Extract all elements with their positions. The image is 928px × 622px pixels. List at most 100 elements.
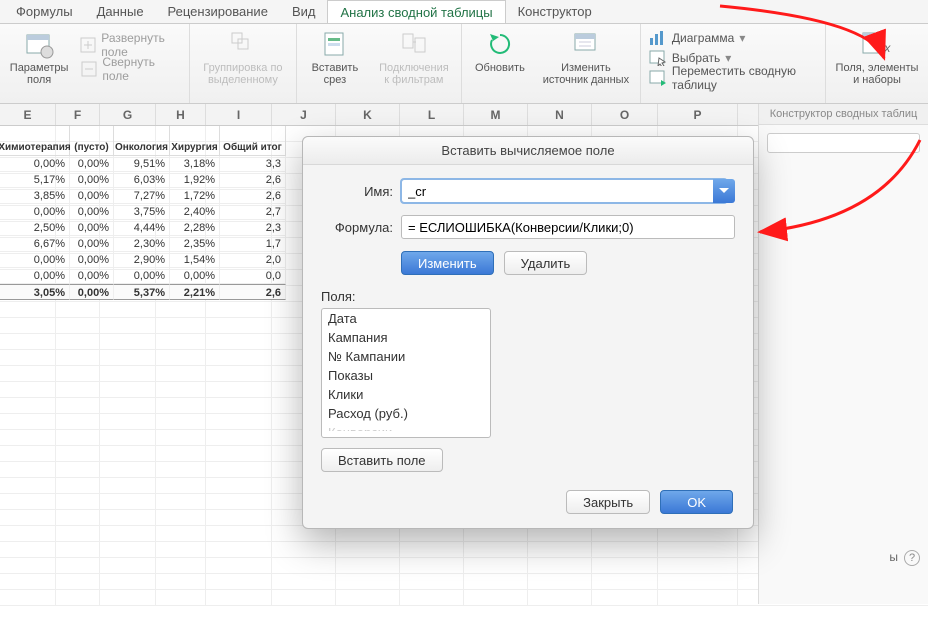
total-row[interactable]: 3,05%0,00%5,37%2,21%2,6 [0, 284, 286, 300]
close-button[interactable]: Закрыть [566, 490, 650, 514]
cell[interactable]: 0,00% [114, 268, 170, 284]
table-row[interactable]: 0,00%0,00%3,75%2,40%2,7 [0, 204, 286, 220]
cell[interactable]: 0,00% [70, 252, 114, 268]
ribbon-tab-3[interactable]: Вид [280, 0, 328, 23]
cell[interactable]: 2,40% [170, 204, 220, 220]
cell[interactable]: 3,18% [170, 156, 220, 172]
cell[interactable]: 3,85% [0, 188, 70, 204]
column-header[interactable]: H [156, 104, 206, 125]
table-row[interactable]: 3,85%0,00%7,27%1,72%2,6 [0, 188, 286, 204]
pivot-column-header[interactable]: Общий итог [220, 126, 286, 156]
column-header[interactable]: I [206, 104, 272, 125]
cell[interactable]: 0,00% [0, 252, 70, 268]
cell[interactable]: 6,03% [114, 172, 170, 188]
pane-search[interactable] [767, 133, 920, 153]
cell[interactable]: 3,75% [114, 204, 170, 220]
formula-input[interactable] [401, 215, 735, 239]
cell[interactable]: 2,3 [220, 220, 286, 236]
column-header[interactable]: E [0, 104, 56, 125]
cell[interactable]: 0,00% [70, 156, 114, 172]
column-header[interactable]: G [100, 104, 156, 125]
pivot-chart-button[interactable]: Диаграмма ▾ [649, 28, 817, 48]
pivot-column-header[interactable]: Химиотерапия [0, 126, 70, 156]
pivot-column-header[interactable]: (пусто) [70, 126, 114, 156]
cell[interactable]: 4,44% [114, 220, 170, 236]
cell[interactable]: 2,90% [114, 252, 170, 268]
cell[interactable]: 0,00% [70, 220, 114, 236]
ok-button[interactable]: OK [660, 490, 733, 514]
cell[interactable]: 2,6 [220, 284, 286, 300]
cell[interactable]: 1,7 [220, 236, 286, 252]
cell[interactable]: 2,21% [170, 284, 220, 300]
list-item[interactable]: Дата [322, 309, 490, 328]
cell[interactable]: 2,0 [220, 252, 286, 268]
cell[interactable]: 0,00% [70, 236, 114, 252]
cell[interactable]: 0,00% [70, 204, 114, 220]
cell[interactable]: 0,00% [0, 204, 70, 220]
pivot-table[interactable]: Химиотерапия(пусто)ОнкологияХирургияОбщи… [0, 126, 286, 300]
expand-field-button[interactable]: Развернуть поле [80, 35, 181, 55]
cell[interactable]: 0,00% [70, 268, 114, 284]
column-header[interactable]: P [658, 104, 738, 125]
collapse-field-button[interactable]: Свернуть поле [80, 59, 181, 79]
table-row[interactable]: 0,00%0,00%2,90%1,54%2,0 [0, 252, 286, 268]
group-selection-button[interactable]: Группировка повыделенному [198, 28, 288, 86]
cell[interactable]: 5,17% [0, 172, 70, 188]
name-input[interactable] [401, 179, 727, 203]
insert-field-button[interactable]: Вставить поле [321, 448, 443, 472]
refresh-button[interactable]: Обновить [470, 28, 530, 86]
cell[interactable]: 1,72% [170, 188, 220, 204]
pivot-field-settings-button[interactable]: Параметрыполя [8, 28, 70, 86]
ribbon-tab-5[interactable]: Конструктор [506, 0, 604, 23]
cell[interactable]: 0,00% [0, 268, 70, 284]
change-source-button[interactable]: Изменитьисточник данных [540, 28, 632, 86]
cell[interactable]: 7,27% [114, 188, 170, 204]
cell[interactable]: 2,6 [220, 172, 286, 188]
fields-items-sets-button[interactable]: fx Поля, элементыи наборы [834, 28, 920, 86]
table-row[interactable]: 5,17%0,00%6,03%1,92%2,6 [0, 172, 286, 188]
cell[interactable]: 0,00% [70, 172, 114, 188]
column-header[interactable]: F [56, 104, 100, 125]
list-item[interactable]: Кампания [322, 328, 490, 347]
table-row[interactable]: 0,00%0,00%0,00%0,00%0,0 [0, 268, 286, 284]
pivot-column-header[interactable]: Онкология [114, 126, 170, 156]
ribbon-tab-0[interactable]: Формулы [4, 0, 85, 23]
cell[interactable]: 2,30% [114, 236, 170, 252]
cell[interactable]: 0,00% [70, 188, 114, 204]
list-item[interactable]: Клики [322, 385, 490, 404]
cell[interactable]: 2,50% [0, 220, 70, 236]
cell[interactable]: 3,05% [0, 284, 70, 300]
column-header[interactable]: M [464, 104, 528, 125]
table-row[interactable]: 6,67%0,00%2,30%2,35%1,7 [0, 236, 286, 252]
list-item[interactable]: Конверсии [322, 423, 490, 431]
filter-connections-button[interactable]: Подключенияк фильтрам [375, 28, 453, 86]
cell[interactable]: 2,6 [220, 188, 286, 204]
list-item[interactable]: Расход (руб.) [322, 404, 490, 423]
cell[interactable]: 9,51% [114, 156, 170, 172]
ribbon-tab-4[interactable]: Анализ сводной таблицы [327, 0, 505, 23]
list-item[interactable]: Показы [322, 366, 490, 385]
cell[interactable]: 3,3 [220, 156, 286, 172]
cell[interactable]: 2,35% [170, 236, 220, 252]
column-header[interactable]: K [336, 104, 400, 125]
list-item[interactable]: № Кампании [322, 347, 490, 366]
cell[interactable]: 1,92% [170, 172, 220, 188]
ribbon-tab-2[interactable]: Рецензирование [156, 0, 280, 23]
pivot-column-header[interactable]: Хирургия [170, 126, 220, 156]
cell[interactable]: 2,28% [170, 220, 220, 236]
cell[interactable]: 0,00% [0, 156, 70, 172]
fields-listbox[interactable]: ДатаКампания№ КампанииПоказыКликиРасход … [321, 308, 491, 438]
delete-button[interactable]: Удалить [504, 251, 588, 275]
ribbon-tab-1[interactable]: Данные [85, 0, 156, 23]
cell[interactable]: 6,67% [0, 236, 70, 252]
cell[interactable]: 0,00% [170, 268, 220, 284]
column-header[interactable]: J [272, 104, 336, 125]
move-pivot-button[interactable]: Переместить сводную таблицу [649, 68, 817, 88]
cell[interactable]: 5,37% [114, 284, 170, 300]
column-header[interactable]: N [528, 104, 592, 125]
cell[interactable]: 2,7 [220, 204, 286, 220]
change-button[interactable]: Изменить [401, 251, 494, 275]
table-row[interactable]: 0,00%0,00%9,51%3,18%3,3 [0, 156, 286, 172]
column-header[interactable]: L [400, 104, 464, 125]
insert-slicer-button[interactable]: Вставитьсрез [305, 28, 365, 86]
